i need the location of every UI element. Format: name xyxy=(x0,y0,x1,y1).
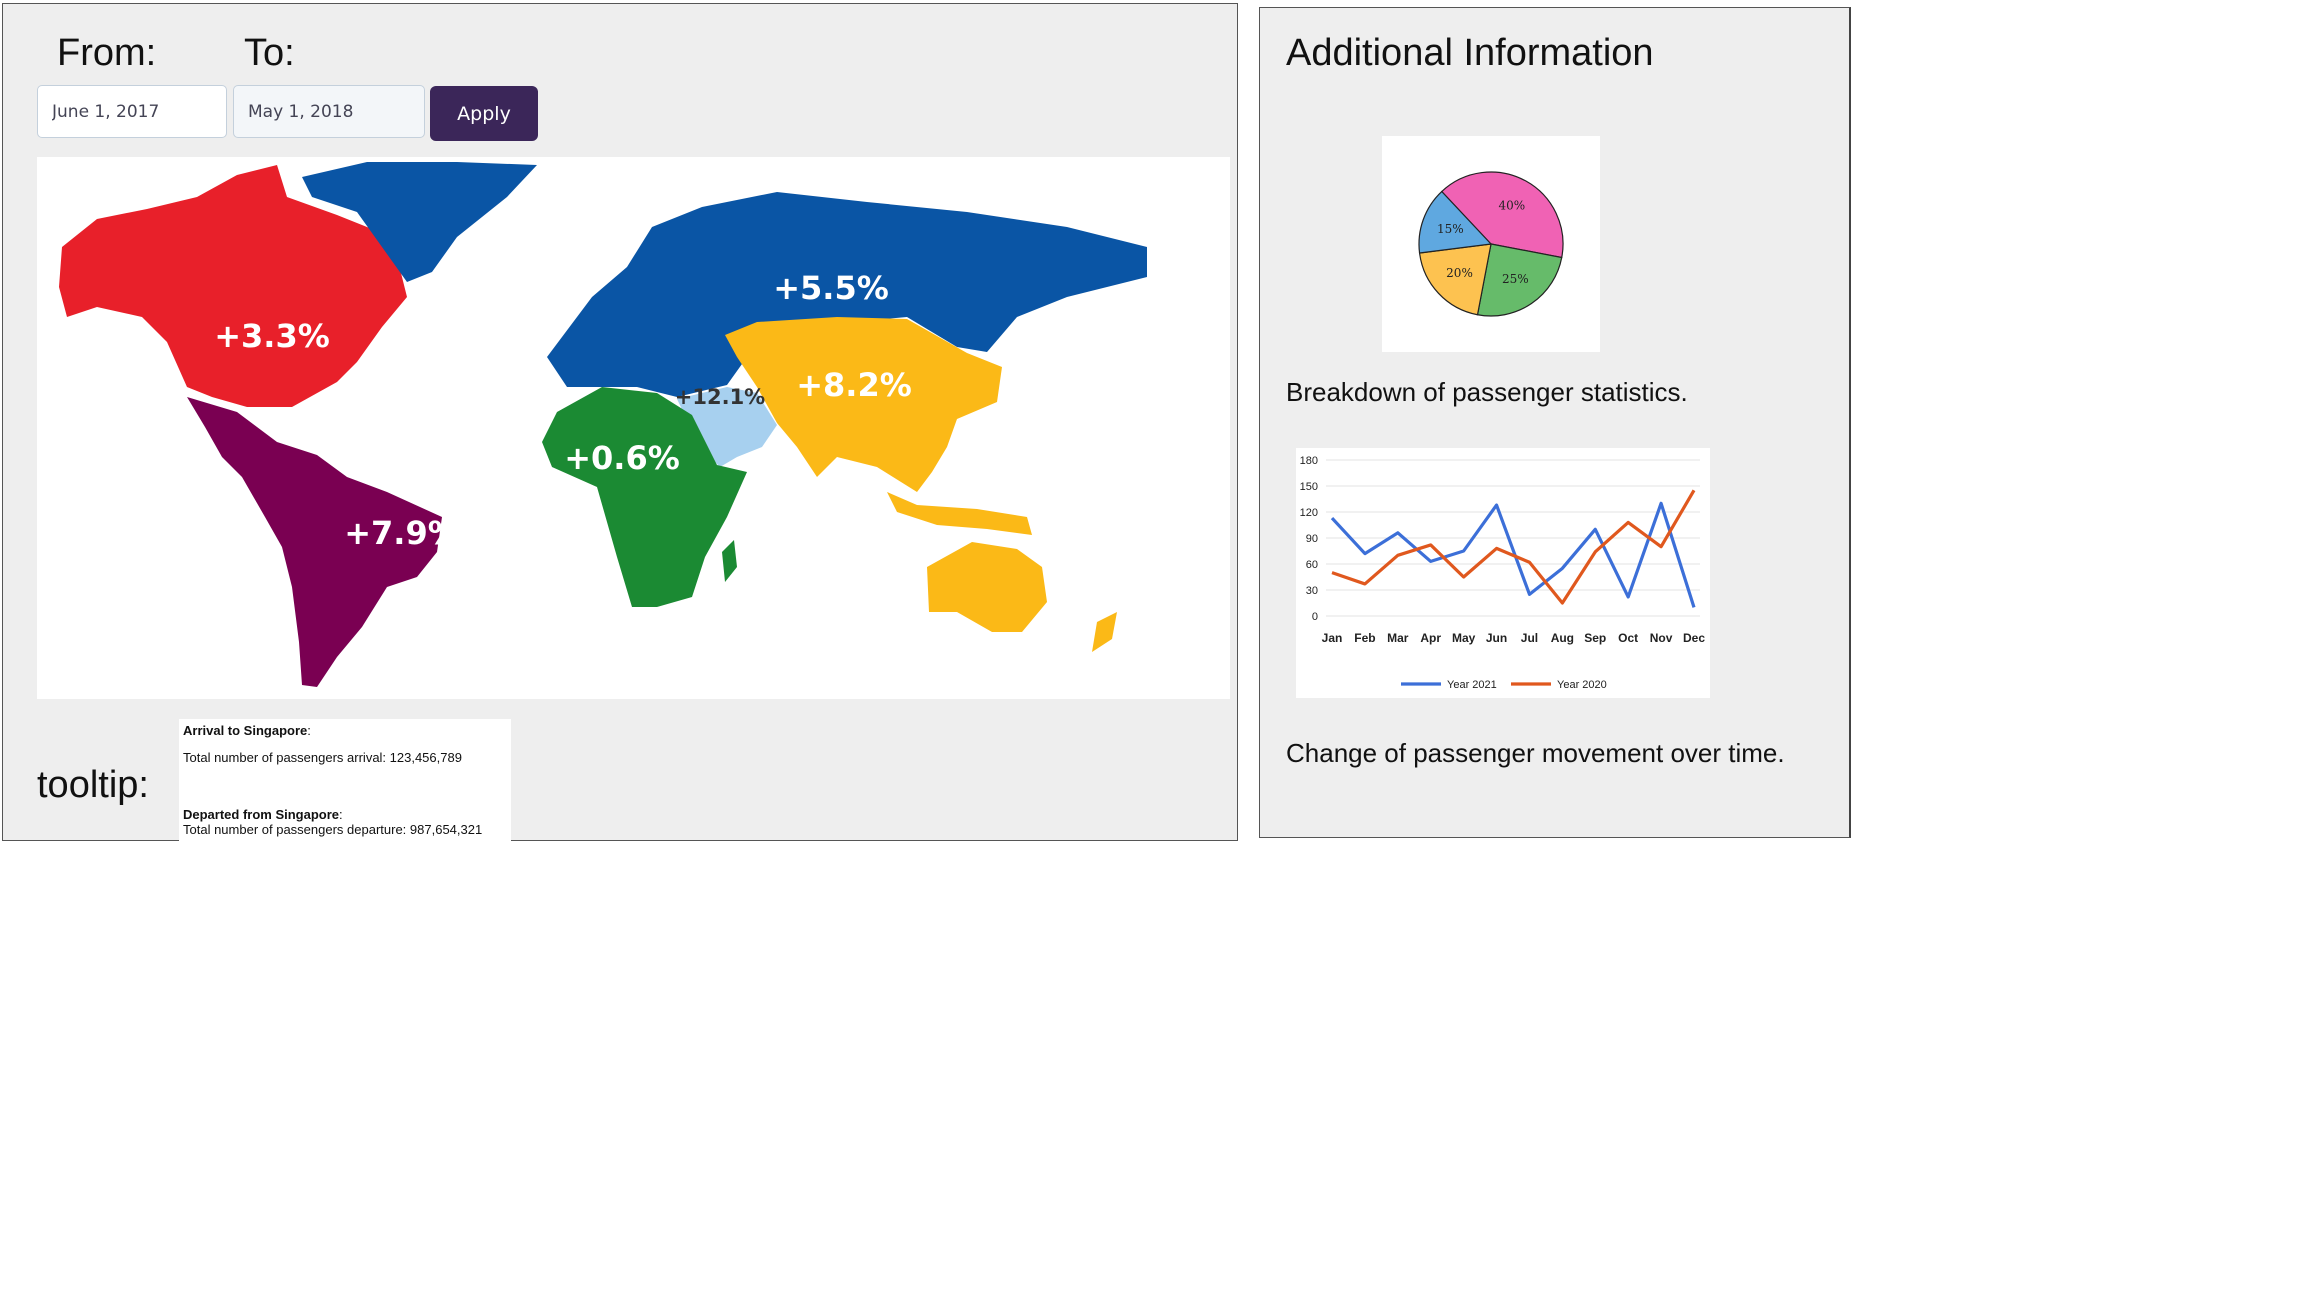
region-se-asia-islands[interactable] xyxy=(887,492,1032,535)
world-map: +3.3% +5.5% +8.2% +0.6% +12.1% +7.9% xyxy=(37,157,1230,699)
x-tick-label: Sep xyxy=(1584,631,1606,645)
x-tick-label: Apr xyxy=(1420,631,1441,645)
x-tick-label: Dec xyxy=(1683,631,1705,645)
x-tick-label: Oct xyxy=(1618,631,1638,645)
additional-info-title: Additional Information xyxy=(1286,32,1654,74)
region-madagascar[interactable] xyxy=(722,540,737,582)
pie-caption: Breakdown of passenger statistics. xyxy=(1286,377,1688,407)
x-tick-label: Mar xyxy=(1387,631,1409,645)
y-tick-label: 150 xyxy=(1300,481,1318,493)
x-tick-label: Jan xyxy=(1322,631,1343,645)
pie-chart-svg: 40% 25% 20% 15% xyxy=(1418,171,1564,317)
arrival-title: Arrival to Singapore xyxy=(183,723,308,738)
from-label: From: xyxy=(57,32,157,74)
pie-slice-label: 20% xyxy=(1446,266,1473,280)
to-date-input[interactable] xyxy=(233,85,425,138)
x-tick-label: Jun xyxy=(1486,631,1507,645)
pie-slice-label: 25% xyxy=(1502,272,1529,286)
pie-slice-label: 40% xyxy=(1498,199,1525,213)
y-tick-label: 0 xyxy=(1312,611,1318,623)
legend-label: Year 2021 xyxy=(1447,679,1497,691)
label-asia: +8.2% xyxy=(796,366,912,404)
world-map-svg: +3.3% +5.5% +8.2% +0.6% +12.1% +7.9% xyxy=(59,162,1147,687)
x-tick-label: Aug xyxy=(1551,631,1574,645)
line-chart-svg: 0 30 60 90 120 150 180 Jan Feb Mar Apr May Jun Jul Aug… xyxy=(1300,455,1706,691)
line-caption: Change of passenger movement over time. xyxy=(1286,738,1785,768)
y-tick-label: 90 xyxy=(1306,533,1318,545)
additional-info-panel: Additional Information 40% 25% 20% 15% Brea… xyxy=(1259,7,1851,838)
y-tick-label: 120 xyxy=(1300,507,1318,519)
x-tick-label: Feb xyxy=(1354,631,1375,645)
legend-label: Year 2020 xyxy=(1557,679,1607,691)
tooltip-box: Arrival to Singapore: Total number of pa… xyxy=(179,719,511,841)
departure-title: Departed from Singapore xyxy=(183,807,340,822)
y-tick-label: 180 xyxy=(1300,455,1318,467)
x-tick-label: Nov xyxy=(1650,631,1673,645)
passenger-map-panel: From: To: Apply +3. xyxy=(2,3,1238,841)
pie-chart: 40% 25% 20% 15% xyxy=(1382,136,1600,352)
label-north-america: +3.3% xyxy=(214,317,330,355)
y-tick-label: 30 xyxy=(1306,585,1318,597)
line-chart: 0 30 60 90 120 150 180 Jan Feb Mar Apr May Jun Jul Aug… xyxy=(1296,448,1710,698)
to-label: To: xyxy=(244,32,295,74)
label-europe-russia: +5.5% xyxy=(773,269,889,307)
label-middle-east: +12.1% xyxy=(675,385,765,409)
region-australia[interactable] xyxy=(927,542,1047,632)
departure-text: Total number of passengers departure: 98… xyxy=(183,822,483,837)
x-tick-label: Jul xyxy=(1521,631,1538,645)
pie-slice-label: 15% xyxy=(1437,222,1464,236)
from-date-input[interactable] xyxy=(37,85,227,138)
label-africa: +0.6% xyxy=(564,439,680,477)
arrival-text: Total number of passengers arrival: 123,… xyxy=(183,750,462,765)
tooltip-label: tooltip: xyxy=(37,764,149,806)
y-tick-label: 60 xyxy=(1306,559,1318,571)
region-new-zealand[interactable] xyxy=(1092,612,1117,652)
x-tick-label: May xyxy=(1452,631,1476,645)
apply-button[interactable]: Apply xyxy=(430,86,538,141)
label-latin-america: +7.9% xyxy=(344,514,460,552)
